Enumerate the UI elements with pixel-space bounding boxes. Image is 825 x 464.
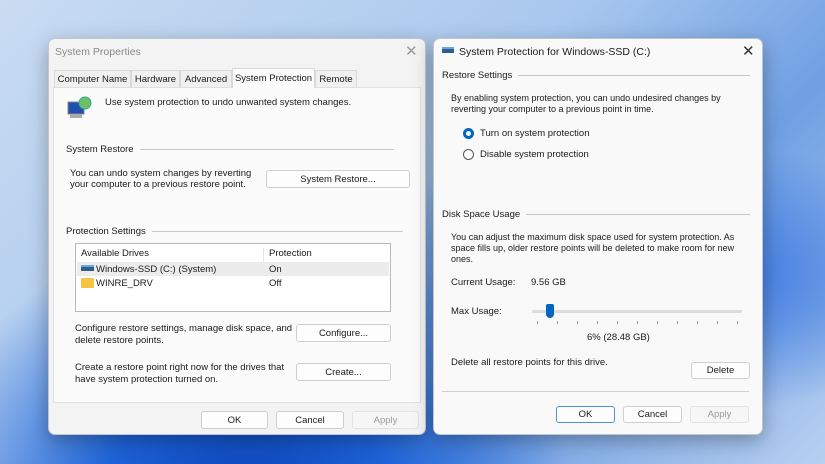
close-icon[interactable]: ✕ (742, 42, 755, 60)
slider-tick (697, 321, 698, 324)
slider-thumb[interactable] (546, 304, 554, 318)
slider-tick (637, 321, 638, 324)
dialog-title: System Properties (55, 46, 141, 58)
disk-space-group: Disk Space Usage (442, 209, 750, 220)
slider-track[interactable] (532, 310, 742, 313)
system-restore-button[interactable]: System Restore... (266, 170, 410, 188)
column-header-protection[interactable]: Protection (269, 248, 312, 259)
radio-button[interactable] (463, 128, 474, 139)
intro-text: Use system protection to undo unwanted s… (105, 97, 352, 108)
restore-settings-group: Restore Settings (442, 70, 750, 81)
drive-protection: Off (269, 278, 282, 289)
restore-text: By enabling system protection, you can u… (451, 93, 721, 114)
protection-settings-group: Protection Settings (66, 226, 403, 237)
create-text: Create a restore point right now for the… (75, 362, 285, 385)
configure-button[interactable]: Configure... (296, 324, 391, 342)
tab-advanced[interactable]: Advanced (180, 70, 232, 87)
slider-ticks (532, 321, 742, 324)
drive-protection: On (269, 264, 282, 275)
radio-label: Disable system protection (480, 149, 589, 160)
system-restore-group: System Restore (66, 144, 394, 155)
delete-text: Delete all restore points for this drive… (451, 357, 608, 368)
cancel-button[interactable]: Cancel (276, 411, 344, 429)
system-protection-icon (66, 96, 92, 120)
tab-computer-name[interactable]: Computer Name (54, 70, 131, 87)
slider-tick (657, 321, 658, 324)
radio-label: Turn on system protection (480, 128, 590, 139)
create-button[interactable]: Create... (296, 363, 391, 381)
slider-tick (617, 321, 618, 324)
table-row[interactable]: WINRE_DRV Off (77, 276, 389, 290)
tab-remote[interactable]: Remote (315, 70, 357, 87)
tab-system-protection[interactable]: System Protection (232, 68, 315, 88)
drive-icon (81, 265, 94, 271)
cancel-button[interactable]: Cancel (623, 406, 682, 423)
configure-text: Configure restore settings, manage disk … (75, 323, 293, 346)
ok-button[interactable]: OK (556, 406, 615, 423)
close-icon[interactable]: ✕ (405, 42, 418, 60)
radio-button[interactable] (463, 149, 474, 160)
disk-text: You can adjust the maximum disk space us… (451, 232, 735, 264)
drive-name: WINRE_DRV (96, 278, 153, 289)
radio-turn-on[interactable]: Turn on system protection (463, 128, 589, 139)
slider-tick (537, 321, 538, 324)
column-header-drives[interactable]: Available Drives (81, 248, 264, 262)
slider-tick (677, 321, 678, 324)
system-protection-dialog: System Protection for Windows-SSD (C:) ✕… (433, 38, 763, 435)
ok-button[interactable]: OK (201, 411, 268, 429)
drive-title-icon (442, 47, 454, 53)
slider-tick (737, 321, 738, 324)
divider (442, 391, 749, 392)
max-usage-slider[interactable] (532, 304, 742, 324)
folder-icon (81, 278, 94, 288)
max-usage-label: Max Usage: (451, 306, 502, 317)
drive-name: Windows-SSD (C:) (System) (96, 264, 217, 275)
dialog-title: System Protection for Windows-SSD (C:) (459, 46, 651, 58)
delete-button[interactable]: Delete (691, 362, 750, 379)
max-usage-value: 6% (28.48 GB) (587, 332, 650, 343)
table-row[interactable]: Windows-SSD (C:) (System) On (77, 262, 389, 276)
slider-tick (557, 321, 558, 324)
drives-list[interactable]: Available Drives Protection Windows-SSD … (75, 243, 391, 312)
radio-disable[interactable]: Disable system protection (463, 149, 589, 160)
slider-tick (577, 321, 578, 324)
tab-hardware[interactable]: Hardware (131, 70, 180, 87)
slider-tick (597, 321, 598, 324)
restore-text: You can undo system changes by reverting… (70, 168, 252, 190)
apply-button[interactable]: Apply (690, 406, 749, 423)
current-usage-label: Current Usage: (451, 277, 516, 288)
apply-button[interactable]: Apply (352, 411, 419, 429)
slider-tick (717, 321, 718, 324)
current-usage-value: 9.56 GB (531, 277, 566, 288)
